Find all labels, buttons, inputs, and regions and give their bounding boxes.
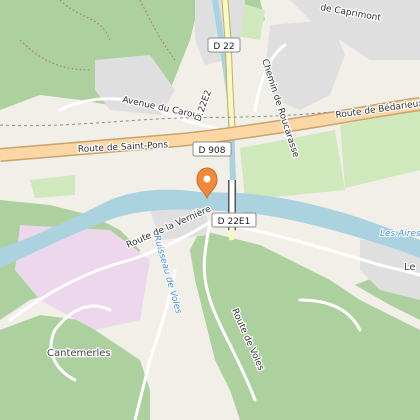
label-cantemerles: Cantemerles (47, 348, 111, 359)
label-les-aires: Les Aires (380, 229, 420, 239)
shield-d22-text: D 22 (213, 42, 234, 52)
label-le: Le (404, 262, 416, 273)
shield-d22: D 22 (207, 37, 241, 53)
shield-d22e1-text: D 22E1 (218, 217, 251, 227)
shield-d908: D 908 (192, 141, 232, 157)
map-canvas[interactable]: D 22 D 908 D 22E1 Route de Saint-Pons Ro… (0, 0, 420, 420)
shield-d22e1: D 22E1 (211, 212, 257, 228)
shield-d908-text: D 908 (199, 146, 226, 156)
map-layers: D 22 D 908 D 22E1 Route de Saint-Pons Ro… (0, 0, 420, 420)
